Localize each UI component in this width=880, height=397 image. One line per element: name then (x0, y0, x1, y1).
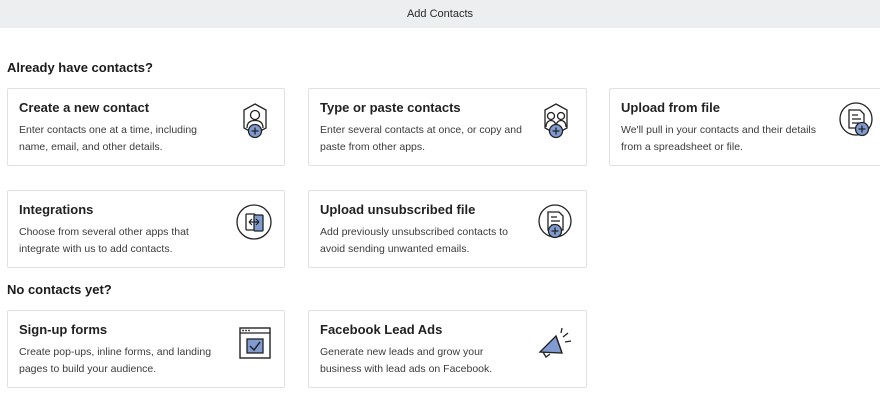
card-title: Upload unsubscribed file (320, 202, 476, 217)
card-description: We'll pull in your contacts and their de… (621, 124, 816, 153)
document-add-icon (837, 101, 877, 141)
integrations-icon (235, 203, 275, 243)
card-title: Create a new contact (19, 100, 150, 115)
create-contact-card[interactable]: Create a new contact Enter contacts one … (7, 88, 285, 166)
card-description: Enter several contacts at once, or copy … (320, 124, 522, 153)
card-title: Facebook Lead Ads (320, 322, 443, 337)
card-description: Choose from several other apps that inte… (19, 226, 189, 255)
section-title-none: No contacts yet? (7, 282, 112, 297)
form-checkbox-icon (235, 323, 275, 363)
section-title-existing: Already have contacts? (7, 60, 153, 75)
paste-contacts-card[interactable]: Type or paste contacts Enter several con… (308, 88, 587, 166)
card-title: Sign-up forms (19, 322, 108, 337)
card-title: Integrations (19, 202, 94, 217)
upload-file-card[interactable]: Upload from file We'll pull in your cont… (609, 88, 880, 166)
card-description: Generate new leads and grow your busines… (320, 346, 493, 375)
facebook-lead-ads-card[interactable]: Facebook Lead Ads Generate new leads and… (308, 310, 587, 388)
document-add-icon (536, 203, 576, 243)
header-bar: Add Contacts (0, 0, 880, 28)
card-description: Enter contacts one at a time, including … (19, 124, 198, 153)
page-title: Add Contacts (406, 8, 474, 20)
card-title: Type or paste contacts (320, 100, 461, 115)
card-description: Create pop-ups, inline forms, and landin… (19, 346, 212, 375)
signup-forms-card[interactable]: Sign-up forms Create pop-ups, inline for… (7, 310, 285, 388)
card-title: Upload from file (621, 100, 720, 115)
megaphone-icon (536, 325, 576, 365)
upload-unsubscribed-card[interactable]: Upload unsubscribed file Add previously … (308, 190, 587, 268)
card-description: Add previously unsubscribed contacts to … (320, 226, 508, 255)
person-add-icon (235, 101, 275, 141)
integrations-card[interactable]: Integrations Choose from several other a… (7, 190, 285, 268)
people-add-icon (536, 101, 576, 141)
